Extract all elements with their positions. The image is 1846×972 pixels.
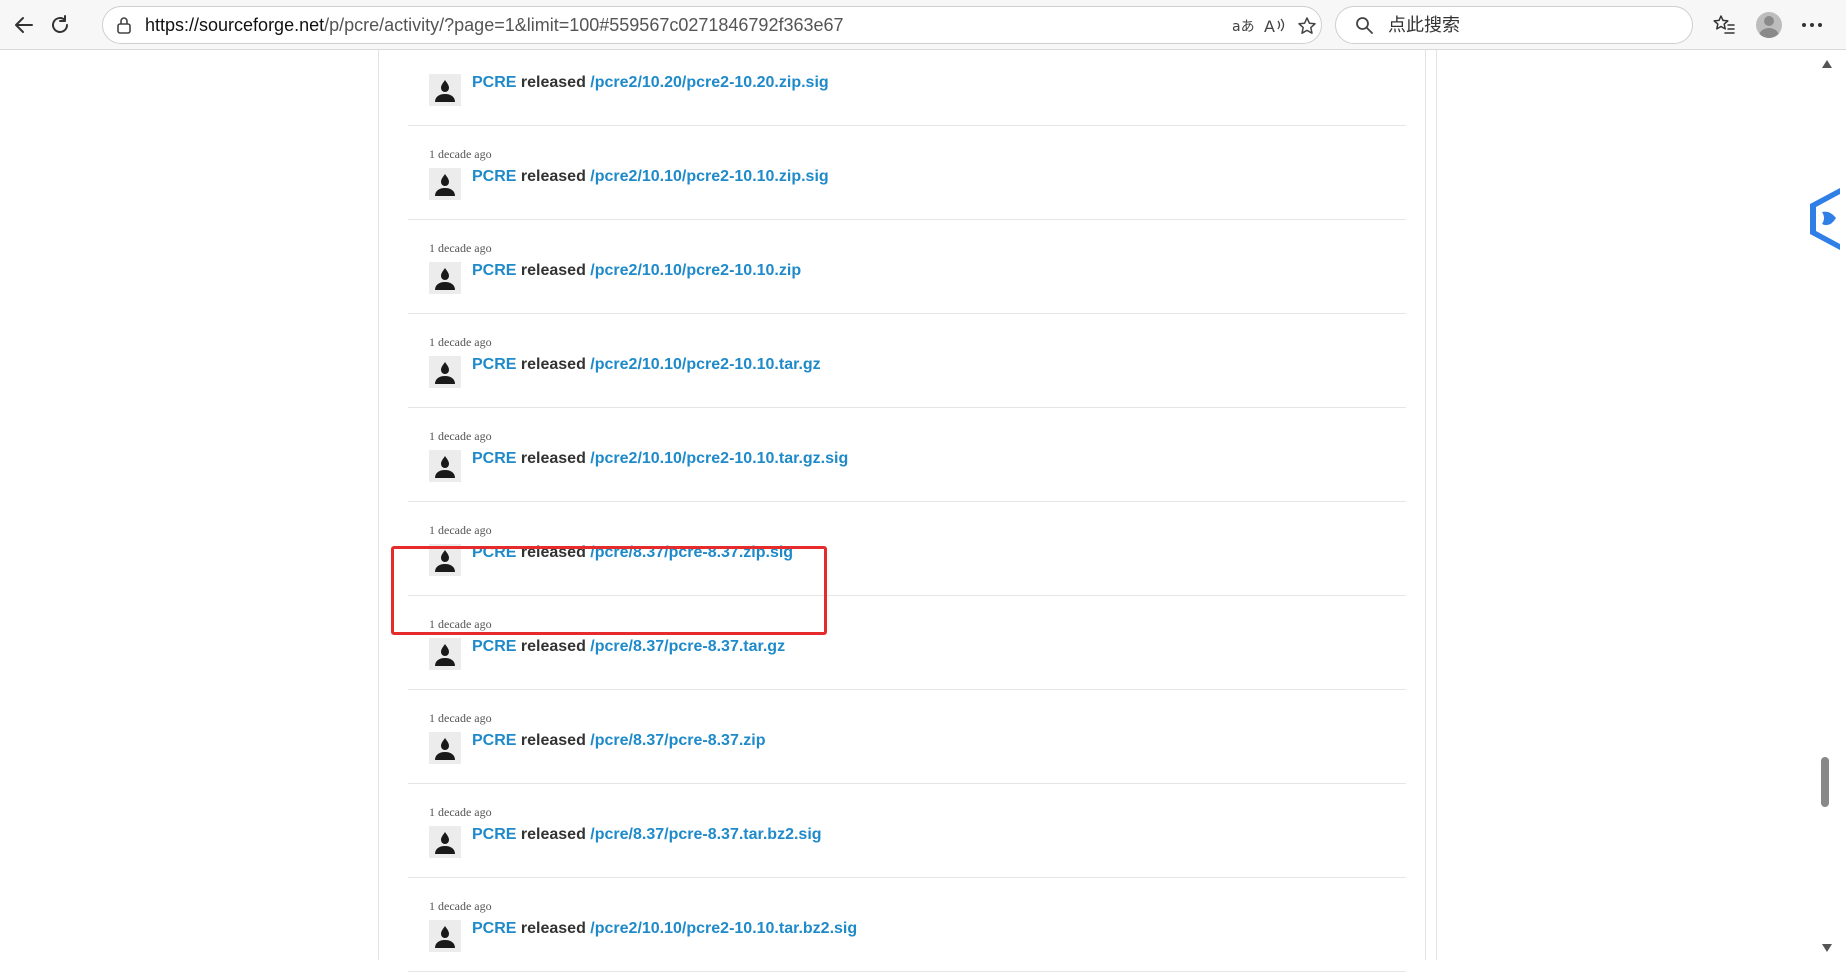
activity-item: PCRE released /pcre2/10.20/pcre2-10.20.z… [408, 32, 1406, 126]
left-column-divider [378, 50, 379, 960]
project-link[interactable]: PCRE [472, 450, 516, 467]
user-avatar-icon[interactable] [429, 356, 461, 388]
activity-timestamp: 1 decade ago [429, 805, 492, 819]
activity-timestamp: 1 decade ago [429, 241, 492, 255]
sidebar-divider [1436, 50, 1437, 960]
activity-item: 1 decade ago PCRE released /pcre/8.37/pc… [408, 690, 1406, 784]
search-input[interactable] [1386, 13, 1670, 37]
activity-verb: released [520, 826, 586, 843]
activity-verb: released [520, 450, 586, 467]
activity-text: PCRE released /pcre2/10.10/pcre2-10.10.t… [472, 450, 848, 468]
activity-timestamp: 1 decade ago [429, 335, 492, 349]
user-avatar-icon[interactable] [429, 826, 461, 858]
user-avatar-icon[interactable] [429, 638, 461, 670]
user-avatar-icon[interactable] [429, 732, 461, 764]
activity-verb: released [520, 262, 586, 279]
activity-text: PCRE released /pcre2/10.10/pcre2-10.10.z… [472, 262, 801, 280]
project-link[interactable]: PCRE [472, 826, 516, 843]
project-link[interactable]: PCRE [472, 732, 516, 749]
file-link[interactable]: /pcre2/10.10/pcre2-10.10.tar.bz2.sig [590, 920, 857, 937]
profile-avatar [1756, 12, 1782, 38]
lock-icon[interactable] [115, 16, 133, 34]
project-link[interactable]: PCRE [472, 262, 516, 279]
refresh-icon[interactable] [44, 9, 76, 41]
activity-text: PCRE released /pcre/8.37/pcre-8.37.tar.b… [472, 826, 822, 844]
activity-text: PCRE released /pcre2/10.10/pcre2-10.10.t… [472, 356, 821, 374]
right-column-divider [1425, 50, 1426, 960]
activity-item: 1 decade ago PCRE released /pcre2/10.10/… [408, 220, 1406, 314]
favorites-icon[interactable] [1708, 9, 1740, 41]
more-icon[interactable] [1796, 9, 1828, 41]
file-link[interactable]: /pcre2/10.10/pcre2-10.10.zip.sig [590, 168, 828, 185]
file-link[interactable]: /pcre2/10.10/pcre2-10.10.tar.gz [590, 356, 820, 373]
activity-verb: released [520, 732, 586, 749]
user-avatar-icon[interactable] [429, 920, 461, 952]
activity-item: 1 decade ago PCRE released /pcre2/10.10/… [408, 408, 1406, 502]
activity-text: PCRE released /pcre/8.37/pcre-8.37.tar.g… [472, 638, 785, 656]
activity-verb: released [520, 168, 586, 185]
activity-item: 1 decade ago PCRE released /pcre/8.37/pc… [408, 596, 1406, 690]
project-link[interactable]: PCRE [472, 74, 516, 91]
activity-item: 1 decade ago PCRE released /pcre2/10.10/… [408, 126, 1406, 220]
activity-timestamp: 1 decade ago [429, 899, 492, 913]
project-link[interactable]: PCRE [472, 168, 516, 185]
file-link[interactable]: /pcre2/10.10/pcre2-10.10.zip [590, 262, 801, 279]
activity-verb: released [520, 638, 586, 655]
file-link[interactable]: /pcre2/10.20/pcre2-10.20.zip.sig [590, 74, 828, 91]
activity-verb: released [520, 356, 586, 373]
activity-verb: released [520, 544, 586, 561]
activity-timestamp: 1 decade ago [429, 617, 492, 631]
activity-text: PCRE released /pcre2/10.10/pcre2-10.10.z… [472, 168, 829, 186]
profile-icon[interactable] [1753, 9, 1785, 41]
user-avatar-icon[interactable] [429, 544, 461, 576]
vertical-scrollbar[interactable] [1818, 50, 1836, 960]
activity-item: 1 decade ago PCRE released /pcre/8.37/pc… [408, 502, 1406, 596]
activity-text: PCRE released /pcre/8.37/pcre-8.37.zip.s… [472, 544, 793, 562]
project-link[interactable]: PCRE [472, 544, 516, 561]
user-avatar-icon[interactable] [429, 74, 461, 106]
file-link[interactable]: /pcre/8.37/pcre-8.37.tar.gz [590, 638, 785, 655]
file-link[interactable]: /pcre/8.37/pcre-8.37.zip.sig [590, 544, 793, 561]
activity-verb: released [520, 74, 586, 91]
activity-text: PCRE released /pcre2/10.10/pcre2-10.10.t… [472, 920, 857, 938]
activity-item: 1 decade ago PCRE released /pcre2/10.10/… [408, 878, 1406, 972]
activity-verb: released [520, 920, 586, 937]
user-avatar-icon[interactable] [429, 168, 461, 200]
activity-item: 1 decade ago PCRE released /pcre/8.37/pc… [408, 784, 1406, 878]
activity-timestamp: 1 decade ago [429, 147, 492, 161]
url-host: https://sourceforge.net [145, 14, 325, 35]
scroll-down-icon[interactable] [1822, 944, 1832, 952]
file-link[interactable]: /pcre2/10.10/pcre2-10.10.tar.gz.sig [590, 450, 848, 467]
activity-item: 1 decade ago PCRE released /pcre2/10.10/… [408, 314, 1406, 408]
activity-timestamp: 1 decade ago [429, 429, 492, 443]
project-link[interactable]: PCRE [472, 356, 516, 373]
user-avatar-icon[interactable] [429, 262, 461, 294]
activity-text: PCRE released /pcre/8.37/pcre-8.37.zip [472, 732, 766, 750]
activity-text: PCRE released /pcre2/10.20/pcre2-10.20.z… [472, 74, 829, 92]
file-link[interactable]: /pcre/8.37/pcre-8.37.tar.bz2.sig [590, 826, 821, 843]
project-link[interactable]: PCRE [472, 920, 516, 937]
file-link[interactable]: /pcre/8.37/pcre-8.37.zip [590, 732, 765, 749]
project-link[interactable]: PCRE [472, 638, 516, 655]
user-avatar-icon[interactable] [429, 450, 461, 482]
scrollbar-thumb[interactable] [1821, 757, 1829, 807]
activity-timestamp: 1 decade ago [429, 523, 492, 537]
activity-timestamp: 1 decade ago [429, 711, 492, 725]
scroll-up-icon[interactable] [1822, 60, 1832, 68]
page-viewport: PCRE released /pcre2/10.20/pcre2-10.20.z… [0, 50, 1846, 972]
back-arrow-icon[interactable] [8, 9, 40, 41]
